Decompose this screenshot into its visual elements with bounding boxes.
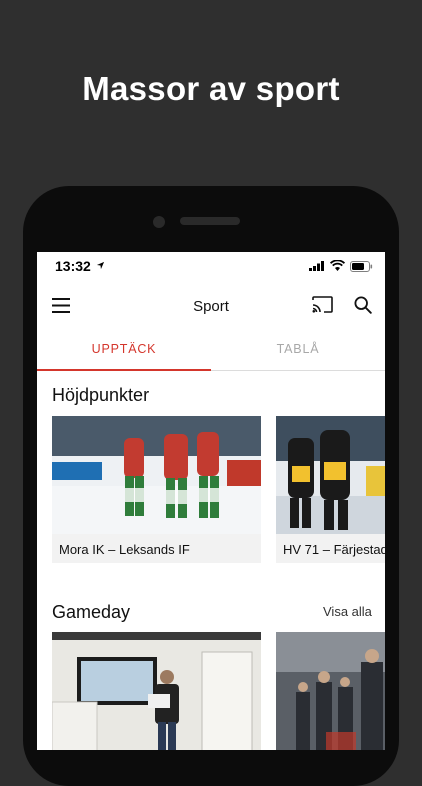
earpiece-speaker (180, 217, 240, 225)
gameday-title: Gameday (52, 602, 131, 622)
cast-icon[interactable] (312, 296, 333, 313)
see-all-link[interactable]: Visa alla (323, 604, 372, 619)
gameday-card[interactable] (52, 632, 261, 750)
tab-schedule[interactable]: TABLÅ (211, 332, 385, 370)
headline: Massor av sport (82, 70, 340, 107)
wifi-icon (330, 260, 345, 271)
app-bar: Sport (37, 280, 385, 332)
location-arrow-icon (96, 261, 105, 270)
studio-photo-thumbnail (52, 632, 261, 750)
tab-discover[interactable]: UPPTÄCK (37, 332, 211, 371)
highlights-title: Höjdpunkter (52, 385, 150, 405)
gameday-card[interactable] (276, 632, 385, 750)
battery-icon (350, 261, 373, 272)
app-screen: 13:32 Sport UPPTÄCK TABLÅ Höjdpunkter Mo… (37, 252, 385, 750)
highlight-card[interactable]: HV 71 – Färjestad (276, 416, 385, 563)
status-time: 13:32 (55, 258, 91, 274)
search-icon[interactable] (354, 296, 372, 314)
highlight-card[interactable]: Mora IK – Leksands IF (52, 416, 261, 563)
hockey-photo-thumbnail (276, 416, 385, 534)
highlight-caption: Mora IK – Leksands IF (59, 542, 190, 557)
signal-icon (309, 261, 324, 271)
arena-photo-thumbnail (276, 632, 385, 750)
tab-bar: UPPTÄCK TABLÅ (37, 332, 385, 371)
front-camera (153, 216, 165, 228)
highlight-caption: HV 71 – Färjestad (283, 542, 385, 557)
hockey-photo-thumbnail (52, 416, 261, 534)
status-bar: 13:32 (37, 252, 385, 280)
